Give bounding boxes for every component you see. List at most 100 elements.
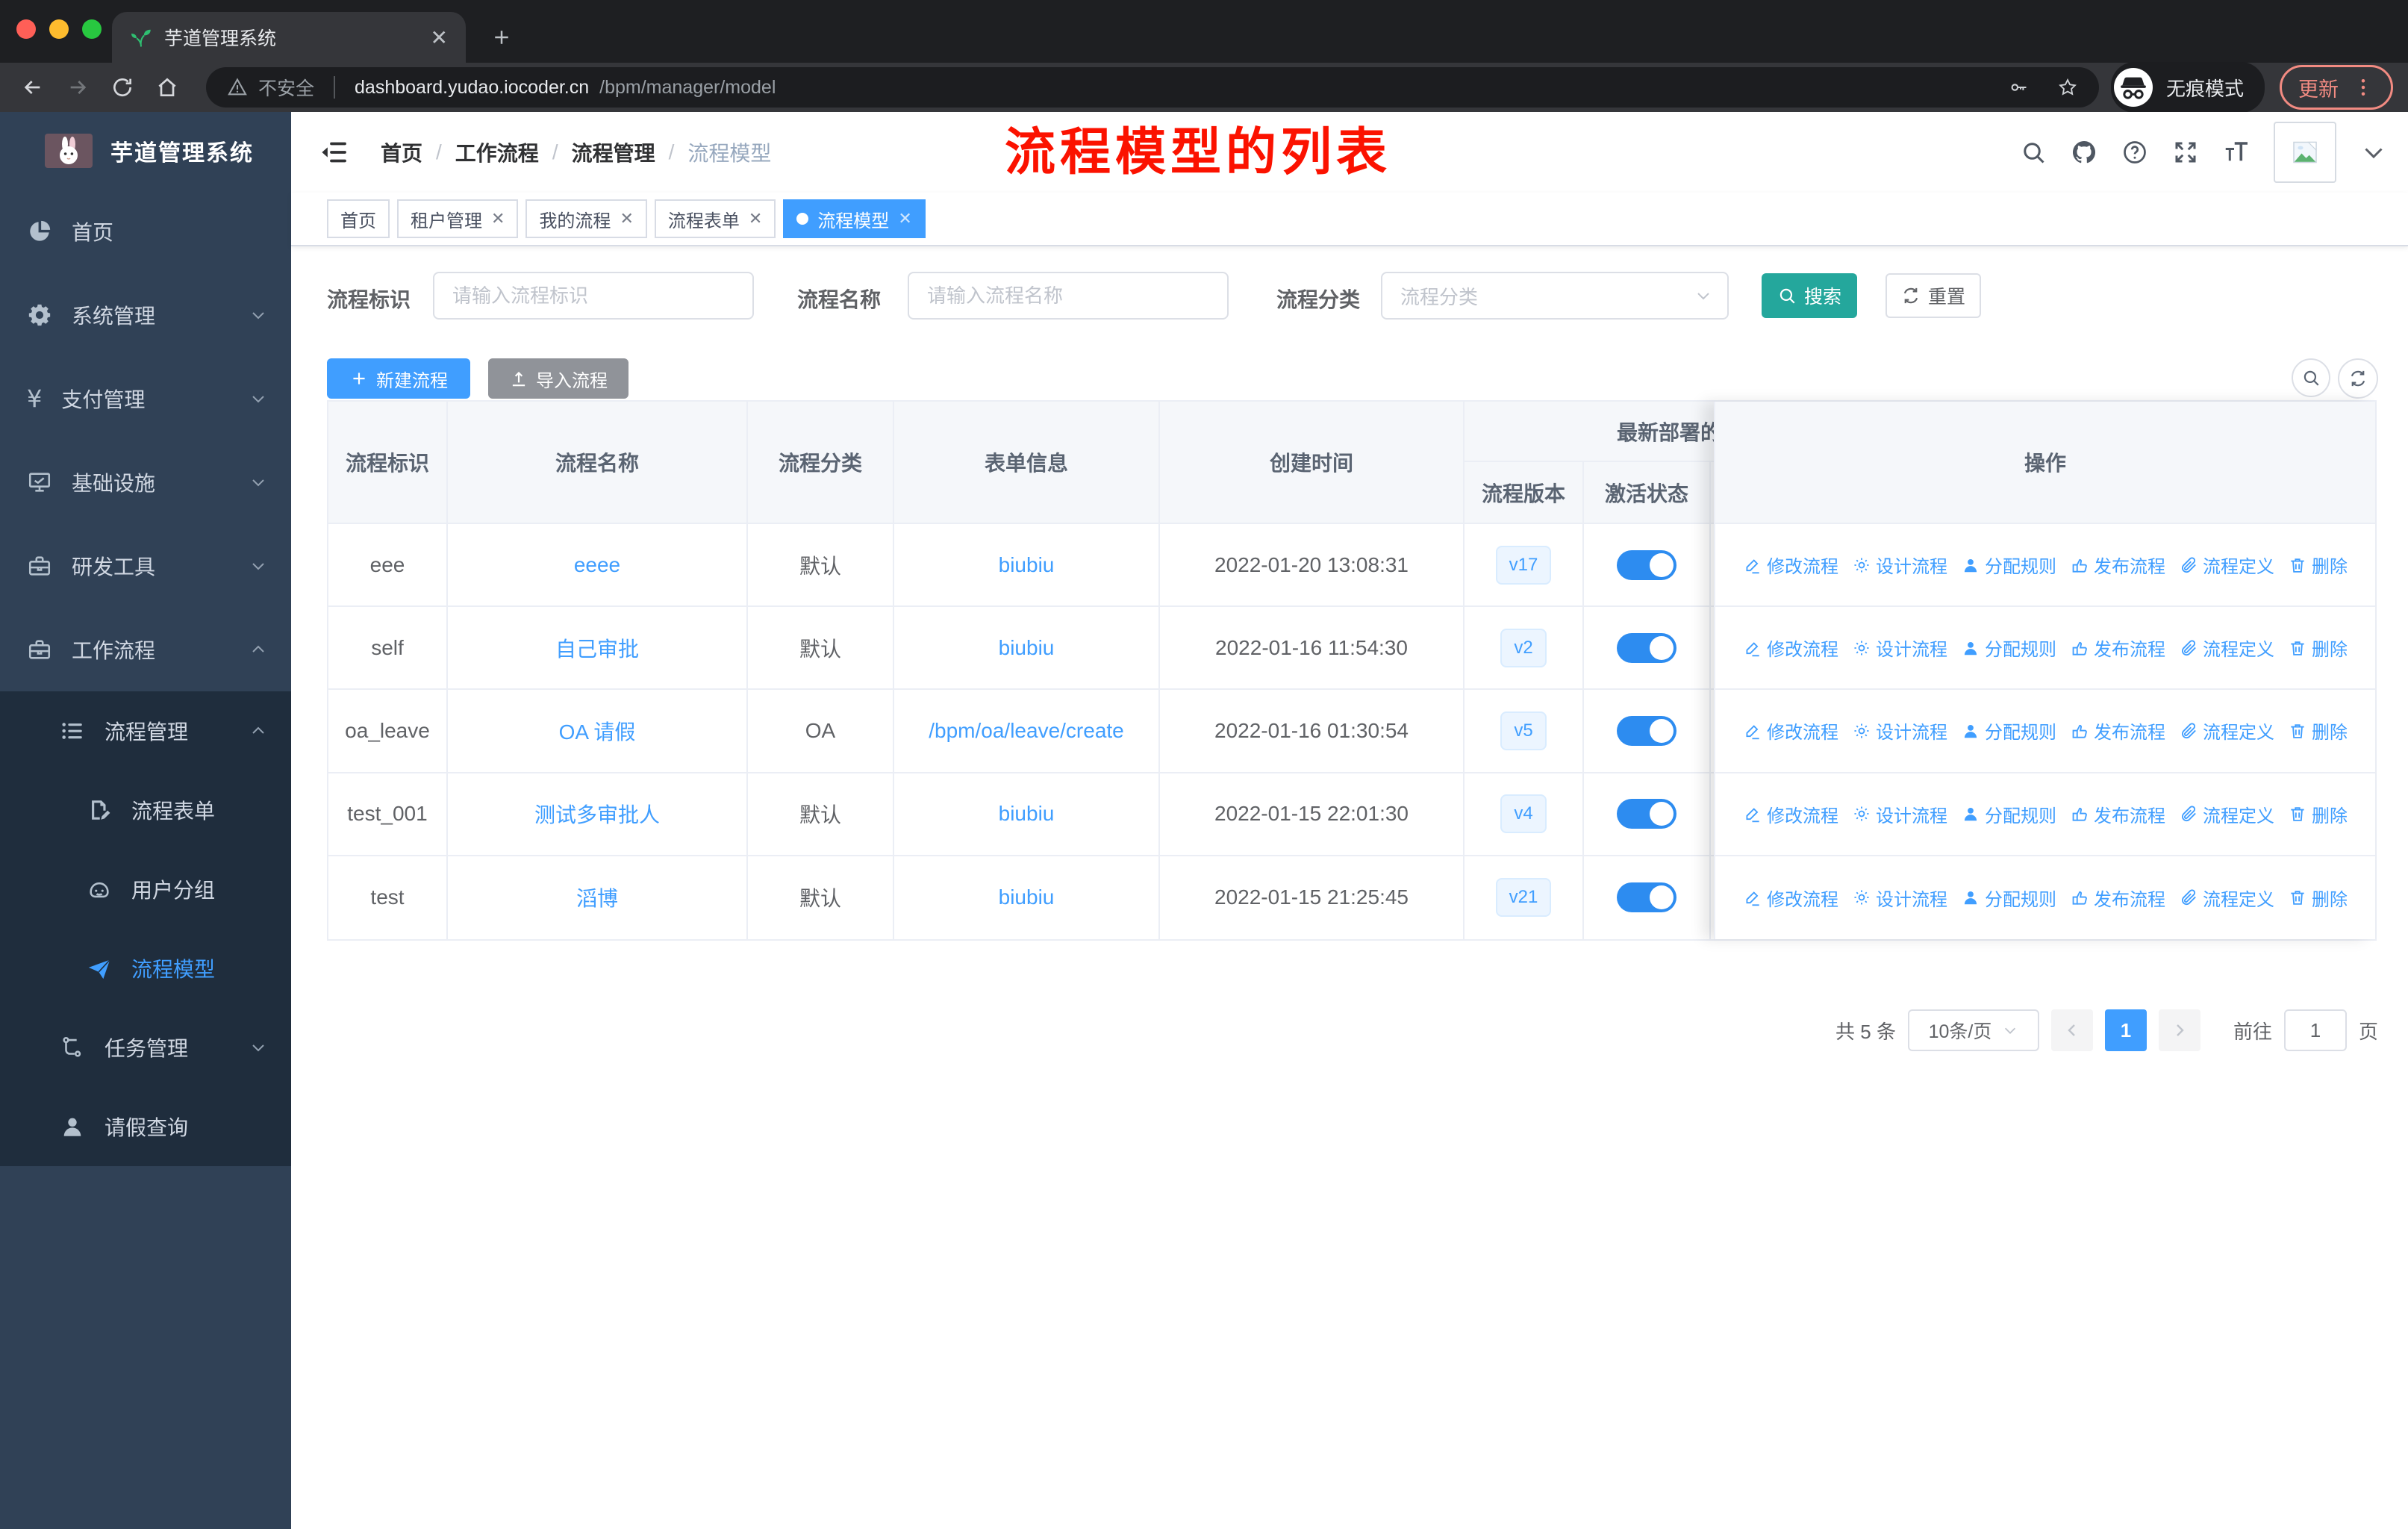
tab-租户管理[interactable]: 租户管理 ✕ [397,199,519,238]
design-link[interactable]: 设计流程 [1852,717,1947,744]
search-button[interactable]: 搜索 [1762,273,1857,318]
sidebar-collapse-button[interactable] [319,137,349,167]
goto-page-input[interactable] [2283,1009,2347,1051]
search-icon[interactable] [2020,139,2047,166]
close-icon[interactable]: ✕ [898,209,911,228]
filter-category-select[interactable]: 流程分类 [1381,272,1729,320]
assign-link[interactable]: 分配规则 [1961,801,2056,827]
assign-link[interactable]: 分配规则 [1961,717,2056,744]
breadcrumb-item[interactable]: 工作流程 [455,137,539,167]
publish-link[interactable]: 发布流程 [2070,635,2165,661]
reload-button[interactable] [105,69,140,105]
refresh-table-button[interactable] [2338,358,2378,399]
process-name-link[interactable]: eeee [574,553,620,577]
github-icon[interactable] [2071,139,2097,166]
active-toggle[interactable] [1617,715,1676,746]
delete-link[interactable]: 删除 [2288,552,2348,578]
chevron-down-icon[interactable] [2360,139,2387,166]
breadcrumb-item[interactable]: 首页 [381,137,422,167]
definition-link[interactable]: 流程定义 [2179,635,2274,661]
design-link[interactable]: 设计流程 [1852,552,1947,578]
delete-link[interactable]: 删除 [2288,635,2348,661]
close-window-button[interactable] [16,19,36,39]
form-info-link[interactable]: /bpm/oa/leave/create [929,719,1124,743]
definition-link[interactable]: 流程定义 [2179,717,2274,744]
menu-dots-icon[interactable] [2352,76,2374,99]
create-process-button[interactable]: 新建流程 [327,358,470,399]
design-link[interactable]: 设计流程 [1852,635,1947,661]
font-size-icon[interactable] [2223,139,2250,166]
sidebar-item-home[interactable]: 首页 [0,190,291,273]
next-page-button[interactable] [2158,1009,2200,1051]
help-icon[interactable] [2121,139,2148,166]
assign-link[interactable]: 分配规则 [1961,885,2056,911]
definition-link[interactable]: 流程定义 [2179,801,2274,827]
sidebar-item-payment[interactable]: ¥ 支付管理 [0,357,291,440]
filter-key-input[interactable] [433,272,754,320]
sidebar-item-workflow[interactable]: 工作流程 [0,608,291,691]
forward-button[interactable] [60,69,96,105]
publish-link[interactable]: 发布流程 [2070,552,2165,578]
prev-page-button[interactable] [2050,1009,2093,1051]
edit-link[interactable]: 修改流程 [1743,717,1838,744]
bookmark-star-icon[interactable] [2057,77,2078,98]
toggle-search-button[interactable] [2292,358,2330,397]
publish-link[interactable]: 发布流程 [2070,801,2165,827]
home-button[interactable] [149,69,185,105]
back-button[interactable] [15,69,51,105]
sidebar-item-process-management[interactable]: 流程管理 [0,691,291,770]
maximize-window-button[interactable] [82,19,102,39]
assign-link[interactable]: 分配规则 [1961,635,2056,661]
sidebar-item-devtools[interactable]: 研发工具 [0,524,291,608]
tab-流程表单[interactable]: 流程表单 ✕ [654,199,776,238]
password-key-icon[interactable] [2008,77,2029,98]
design-link[interactable]: 设计流程 [1852,885,1947,911]
definition-link[interactable]: 流程定义 [2179,552,2274,578]
publish-link[interactable]: 发布流程 [2070,717,2165,744]
edit-link[interactable]: 修改流程 [1743,801,1838,827]
definition-link[interactable]: 流程定义 [2179,885,2274,911]
avatar[interactable] [2274,122,2336,183]
active-toggle[interactable] [1617,632,1676,663]
sidebar-item-infrastructure[interactable]: 基础设施 [0,440,291,524]
import-process-button[interactable]: 导入流程 [488,358,628,399]
active-toggle[interactable] [1617,799,1676,829]
process-name-link[interactable]: 测试多审批人 [534,799,660,829]
sidebar-item-task-management[interactable]: 任务管理 [0,1008,291,1087]
delete-link[interactable]: 删除 [2288,717,2348,744]
minimize-window-button[interactable] [49,19,69,39]
tab-流程模型[interactable]: 流程模型 ✕ [783,199,926,238]
delete-link[interactable]: 删除 [2288,801,2348,827]
delete-link[interactable]: 删除 [2288,885,2348,911]
filter-name-input[interactable] [908,272,1229,320]
edit-link[interactable]: 修改流程 [1743,885,1838,911]
tab-我的流程[interactable]: 我的流程 ✕ [525,199,647,238]
form-info-link[interactable]: biubiu [999,802,1055,826]
publish-link[interactable]: 发布流程 [2070,885,2165,911]
form-info-link[interactable]: biubiu [999,885,1055,909]
form-info-link[interactable]: biubiu [999,636,1055,660]
sidebar-item-user-group[interactable]: 用户分组 [0,850,291,929]
sidebar-item-process-form[interactable]: 流程表单 [0,770,291,850]
sidebar-item-system[interactable]: 系统管理 [0,273,291,357]
process-name-link[interactable]: 滔博 [576,882,618,912]
sidebar-item-process-model[interactable]: 流程模型 [0,929,291,1008]
fullscreen-icon[interactable] [2172,139,2199,166]
tab-首页[interactable]: 首页 [327,199,390,238]
active-toggle[interactable] [1617,882,1676,913]
edit-link[interactable]: 修改流程 [1743,635,1838,661]
address-bar[interactable]: 不安全 dashboard.yudao.iocoder.cn/bpm/manag… [206,67,2099,108]
new-tab-button[interactable] [484,19,520,55]
active-toggle[interactable] [1617,549,1676,580]
close-icon[interactable]: ✕ [491,209,505,228]
browser-update-button[interactable]: 更新 [2280,65,2393,110]
sidebar-item-leave-query[interactable]: 请假查询 [0,1087,291,1166]
design-link[interactable]: 设计流程 [1852,801,1947,827]
page-size-select[interactable]: 10条/页 [1907,1009,2039,1051]
current-page-button[interactable]: 1 [2104,1009,2147,1051]
tab-close-icon[interactable]: ✕ [431,25,448,50]
browser-tab[interactable]: 芋道管理系统 ✕ [112,12,466,63]
assign-link[interactable]: 分配规则 [1961,552,2056,578]
process-name-link[interactable]: 自己审批 [555,633,639,663]
form-info-link[interactable]: biubiu [999,553,1055,577]
